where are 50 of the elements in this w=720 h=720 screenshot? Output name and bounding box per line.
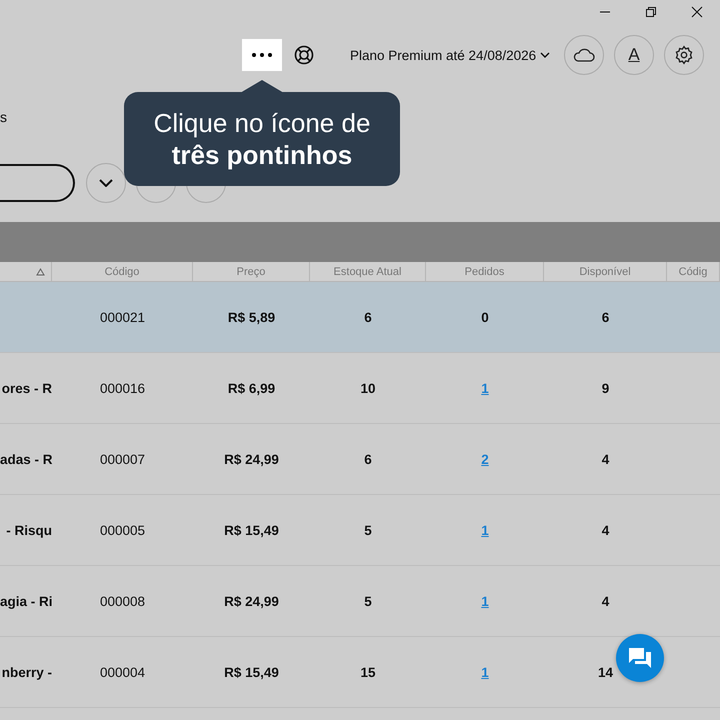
table-cell: 6	[364, 310, 372, 324]
table-row[interactable]: adas - R 000007 R$ 24,99 6 2 4	[0, 424, 720, 495]
orders-link[interactable]: 1	[481, 664, 489, 680]
table-cell: R$ 24,99	[224, 452, 279, 466]
table-cell: R$ 6,99	[228, 380, 276, 396]
table-cell: ores - R	[2, 380, 52, 396]
table-cell: 4	[602, 452, 610, 466]
column-header[interactable]: Código	[52, 262, 193, 281]
table-cell: nberry -	[2, 664, 52, 680]
table-cell: agia - Ri	[0, 594, 53, 608]
table-cell: 4	[602, 522, 610, 538]
table-cell: R$ 5,89	[228, 310, 276, 324]
orders-link[interactable]: 1	[481, 522, 489, 538]
plan-dropdown[interactable]: Plano Premium até 24/08/2026	[350, 48, 564, 62]
column-header[interactable]: Pedidos	[426, 262, 544, 281]
table-cell: R$ 24,99	[224, 594, 279, 608]
column-header[interactable]: Códig	[667, 262, 720, 281]
font-button[interactable]: A	[614, 35, 654, 75]
table-cell: 6	[602, 310, 610, 324]
table-cell: 6	[364, 452, 372, 466]
tooltip-text: Clique no ícone de três pontinhos	[154, 107, 370, 171]
table-cell: 5	[364, 594, 372, 608]
table-cell: adas - R	[0, 452, 53, 466]
table-cell: 000005	[100, 522, 146, 538]
table-cell: 000016	[100, 380, 146, 396]
table-cell: 9	[602, 380, 610, 396]
table-cell: 14	[598, 664, 614, 680]
table-cell: 4	[602, 594, 610, 608]
table-row[interactable]: 000021 R$ 5,89 6 0 6	[0, 282, 720, 353]
table-cell: 000021	[100, 310, 146, 324]
table-cell: 0	[481, 310, 489, 324]
column-header[interactable]: Estoque Atual	[310, 262, 426, 281]
table-cell: 000007	[100, 452, 146, 466]
table-row[interactable]: - Risqu 000005 R$ 15,49 5 1 4	[0, 495, 720, 566]
table-cell: 000004	[100, 664, 146, 680]
table-cell: R$ 15,49	[224, 664, 279, 680]
column-header[interactable]: Preço	[193, 262, 310, 281]
table-cell: - Risqu	[6, 522, 52, 538]
orders-link[interactable]: 1	[481, 594, 489, 608]
table-cell: R$ 15,49	[224, 522, 279, 538]
orders-link[interactable]: 2	[481, 452, 489, 466]
table-row[interactable]: ores - R 000016 R$ 6,99 10 1 9	[0, 353, 720, 424]
table-cell: 5	[364, 522, 372, 538]
table-cell: 000008	[100, 594, 146, 608]
table-cell: 10	[360, 380, 376, 396]
table-row[interactable]: agia - Ri 000008 R$ 24,99 5 1 4	[0, 566, 720, 637]
column-header[interactable]: Disponível	[544, 262, 667, 281]
table-cell: 15	[360, 664, 376, 680]
page-title: s	[0, 109, 7, 127]
orders-link[interactable]: 1	[481, 380, 489, 396]
